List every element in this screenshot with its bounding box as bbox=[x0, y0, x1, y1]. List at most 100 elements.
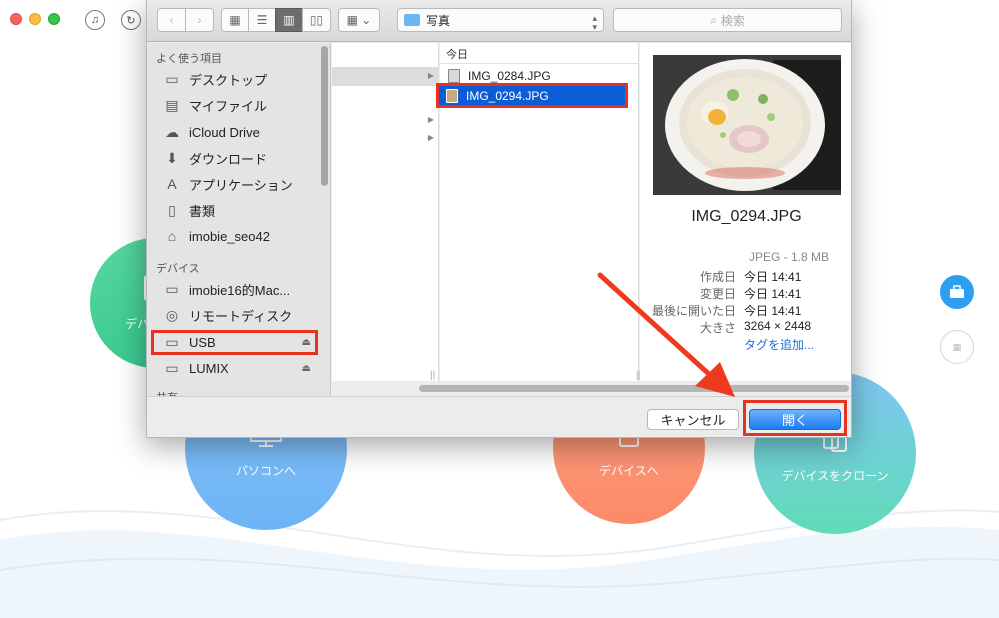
meta-row-last-opened: 最後に開いた日 今日 14:41 bbox=[640, 302, 851, 319]
sidebar-item-label: アプリケーション bbox=[189, 177, 293, 193]
meta-row-dimensions: 大きさ 3264 × 2448 bbox=[640, 319, 851, 336]
back-button[interactable]: ‹ bbox=[157, 8, 186, 32]
dialog-toolbar: ‹ › ▦ ☰ ▥ ▯▯ ▦ ⌄ 写真 ▴ ▾ ⌕ 検索 bbox=[147, 0, 851, 42]
sidebar-scrollbar[interactable] bbox=[321, 46, 328, 186]
disc-icon: ◎ bbox=[165, 306, 179, 323]
cancel-button[interactable]: キャンセル bbox=[647, 409, 739, 430]
toolbox-button[interactable] bbox=[940, 275, 974, 309]
meta-label: 作成日 bbox=[699, 270, 736, 284]
column-view-button[interactable]: ▥ bbox=[275, 8, 303, 32]
sidebar-item-remote-disc[interactable]: ◎ リモートディスク bbox=[151, 303, 317, 327]
column-view-icon: ▥ bbox=[283, 13, 295, 27]
file-row[interactable]: IMG_0284.JPG bbox=[440, 66, 630, 86]
chevron-right-icon: › bbox=[197, 13, 202, 27]
column-row-selected[interactable]: ▶ bbox=[332, 67, 438, 86]
preview-file-type: JPEG - 1.8 MB bbox=[748, 250, 829, 264]
preview-file-name: IMG_0294.JPG bbox=[691, 208, 802, 225]
sidebar-item-documents[interactable]: ▯ 書類 bbox=[151, 198, 317, 222]
meta-row-modified: 変更日 今日 14:41 bbox=[640, 285, 851, 302]
sidebar-item-label: imobie_seo42 bbox=[189, 228, 270, 244]
meta-row-created: 作成日 今日 14:41 bbox=[640, 268, 851, 285]
icon-view-icon: ▦ bbox=[229, 13, 241, 27]
eject-icon[interactable]: ⏏ bbox=[302, 337, 311, 348]
sidebar-item-mac[interactable]: ▭ imobie16的Mac... bbox=[151, 277, 317, 301]
disclosure-triangle-icon: ▶ bbox=[427, 71, 434, 80]
updown-chevron-icon: ▴ ▾ bbox=[592, 13, 597, 32]
sidebar-item-usb[interactable]: ▭ USB ⏏ bbox=[151, 330, 317, 354]
file-name: IMG_0284.JPG bbox=[468, 69, 551, 83]
sidebar-item-icloud[interactable]: ☁ iCloud Drive bbox=[151, 120, 317, 144]
usb-drive-icon: ▭ bbox=[165, 333, 179, 350]
meta-value: 3264 × 2448 bbox=[744, 319, 812, 333]
cloud-icon: ☁ bbox=[165, 123, 179, 140]
sidebar-item-label: マイファイル bbox=[189, 98, 268, 114]
sidebar-item-label: imobie16的Mac... bbox=[189, 282, 291, 298]
window-close-button[interactable] bbox=[10, 13, 22, 25]
sidebar-item-label: 書類 bbox=[189, 203, 216, 219]
disclosure-triangle-icon: ▶ bbox=[427, 115, 434, 124]
grid-icon: ▦ bbox=[952, 341, 962, 352]
sidebar-item-label: USB bbox=[189, 334, 216, 350]
forward-button[interactable]: › bbox=[185, 8, 214, 32]
meta-value: 今日 14:41 bbox=[744, 304, 802, 318]
location-popup[interactable]: 写真 ▴ ▾ bbox=[397, 8, 604, 32]
column-row[interactable]: ▶ bbox=[332, 129, 438, 148]
file-row-selected[interactable]: IMG_0294.JPG bbox=[438, 86, 628, 106]
open-button[interactable]: 開く bbox=[749, 409, 841, 430]
search-icon: ⌕ bbox=[710, 12, 717, 27]
toolbox-icon bbox=[950, 285, 964, 298]
download-icon: ⬇ bbox=[166, 149, 178, 166]
icon-view-button[interactable]: ▦ bbox=[221, 8, 249, 32]
column-row[interactable]: ▶ bbox=[332, 111, 438, 130]
sidebar-item-applications[interactable]: A アプリケーション bbox=[151, 172, 317, 196]
favorites-title: よく使う項目 bbox=[156, 53, 222, 65]
usb-drive-icon: ▭ bbox=[165, 359, 179, 376]
meta-label: 大きさ bbox=[699, 321, 736, 335]
eject-icon[interactable]: ⏏ bbox=[302, 363, 311, 374]
grid-button[interactable]: ▦ bbox=[940, 330, 974, 364]
image-file-icon bbox=[448, 69, 460, 83]
applications-icon: A bbox=[167, 176, 177, 192]
circle-label: パソコンへ bbox=[235, 463, 296, 478]
meta-label: 変更日 bbox=[699, 287, 736, 301]
window-minimize-button[interactable] bbox=[29, 13, 41, 25]
sidebar-item-desktop[interactable]: ▭ デスクトップ bbox=[151, 67, 317, 91]
search-field[interactable]: ⌕ 検索 bbox=[613, 8, 842, 32]
image-file-icon bbox=[446, 89, 458, 103]
sidebar-item-lumix[interactable]: ▭ LUMIX ⏏ bbox=[151, 356, 317, 380]
folder-icon bbox=[404, 14, 420, 26]
dialog-footer: キャンセル 開く bbox=[147, 396, 851, 437]
add-tags-link[interactable]: タグを追加... bbox=[744, 336, 814, 353]
sidebar-item-home[interactable]: ⌂ imobie_seo42 bbox=[151, 224, 317, 248]
sidebar-item-label: リモートディスク bbox=[189, 308, 293, 324]
column-resize-handle[interactable]: || bbox=[430, 370, 435, 381]
home-icon: ⌂ bbox=[167, 228, 177, 244]
open-file-dialog: ‹ › ▦ ☰ ▥ ▯▯ ▦ ⌄ 写真 ▴ ▾ ⌕ 検索 よく使う項目 ▭ デスクト… bbox=[146, 0, 852, 438]
dialog-sidebar: よく使う項目 ▭ デスクトップ ▤ マイファイル ☁ iCloud Drive ⬇ ダウ… bbox=[147, 43, 331, 396]
meta-label: 最後に開いた日 bbox=[651, 304, 736, 318]
sidebar-item-my-files[interactable]: ▤ マイファイル bbox=[151, 93, 317, 117]
circle-label: デバイスをクローン bbox=[781, 468, 889, 483]
column-files: 今日 IMG_0284.JPG IMG_0294.JPG bbox=[438, 43, 639, 381]
horizontal-scrollbar[interactable] bbox=[419, 385, 849, 392]
hard-drive-icon: ▭ bbox=[165, 280, 179, 297]
column-parent: ▶ ▶ ▶ bbox=[332, 43, 439, 381]
cover-flow-icon: ▯▯ bbox=[309, 13, 324, 27]
sidebar-item-label: ダウンロード bbox=[189, 151, 268, 167]
sidebar-item-downloads[interactable]: ⬇ ダウンロード bbox=[151, 146, 317, 170]
arrange-button[interactable]: ▦ ⌄ bbox=[338, 8, 380, 32]
documents-icon: ▯ bbox=[168, 201, 176, 218]
shared-title: 共有 bbox=[156, 389, 178, 396]
refresh-icon[interactable]: ↻ bbox=[121, 10, 141, 30]
meta-value: 今日 14:41 bbox=[744, 270, 802, 284]
music-icon[interactable]: ♫ bbox=[85, 10, 105, 30]
my-files-icon: ▤ bbox=[165, 96, 179, 113]
window-maximize-button[interactable] bbox=[48, 13, 60, 25]
search-placeholder: 検索 bbox=[720, 13, 745, 28]
meta-value: 今日 14:41 bbox=[744, 287, 802, 301]
arrange-icon: ▦ ⌄ bbox=[346, 13, 372, 27]
list-view-button[interactable]: ☰ bbox=[248, 8, 276, 32]
cover-flow-button[interactable]: ▯▯ bbox=[302, 8, 331, 32]
chevron-left-icon: ‹ bbox=[169, 13, 174, 27]
files-header: 今日 bbox=[440, 43, 639, 64]
